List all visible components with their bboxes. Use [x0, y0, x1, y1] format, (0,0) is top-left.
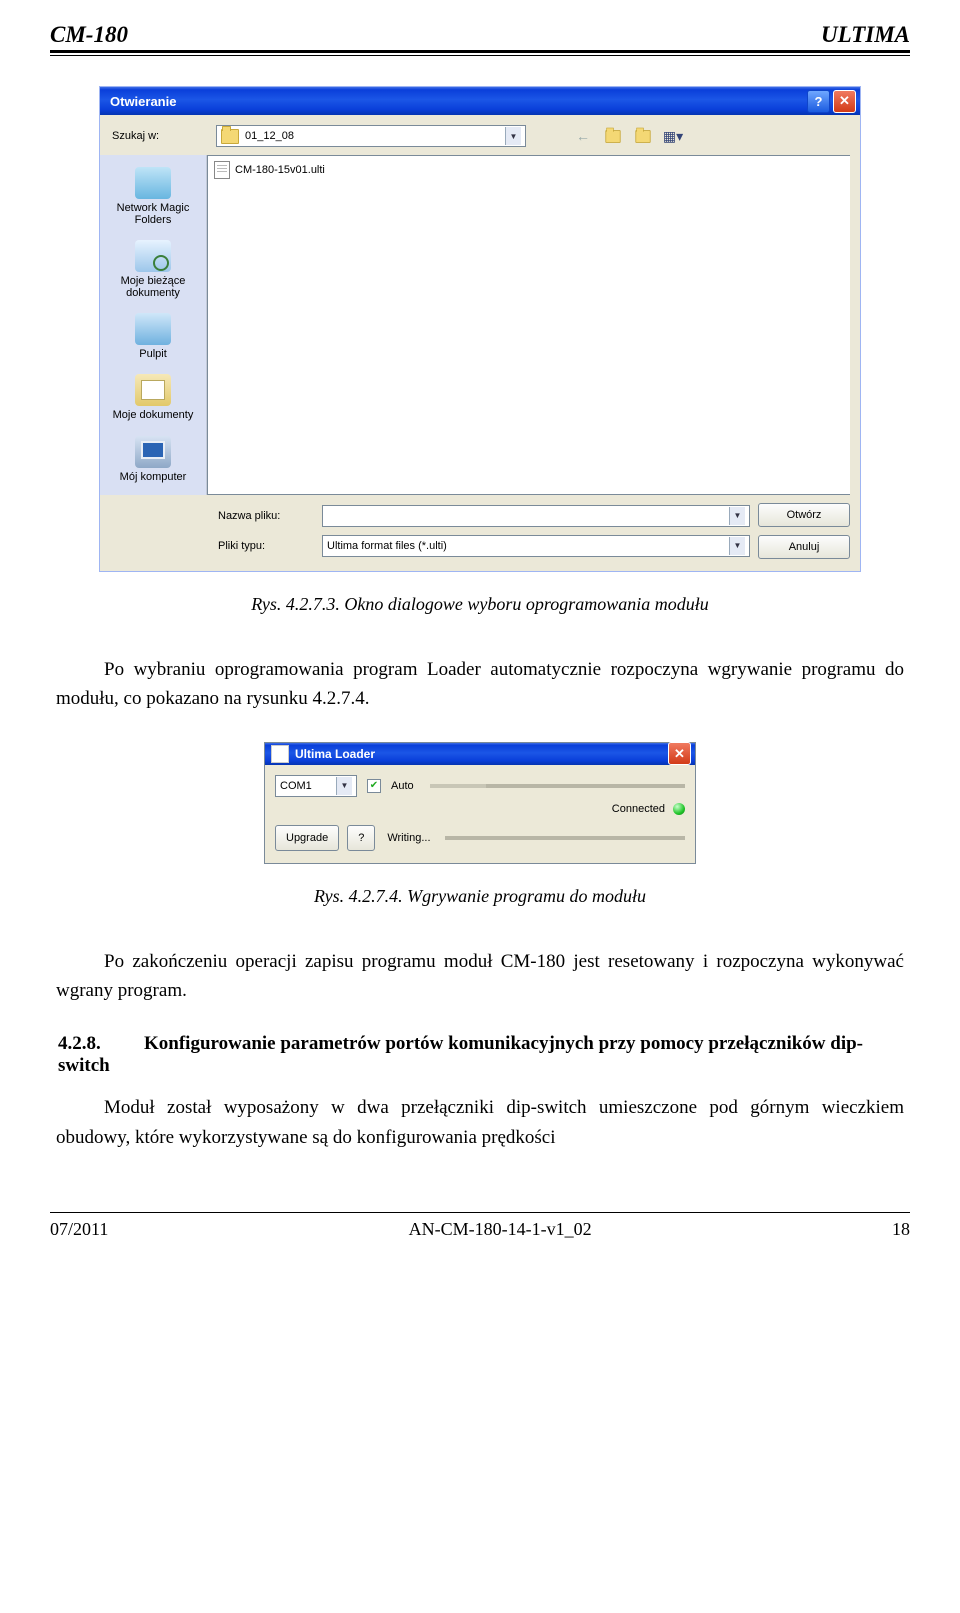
view-menu-icon[interactable]: ▦▾ [662, 125, 684, 147]
footer-right: 18 [892, 1219, 910, 1240]
write-progress [445, 836, 685, 840]
ultima-loader-window: Ultima Loader ✕ COM1 ▼ ✔ Auto Connected … [264, 742, 696, 864]
page-footer: 07/2011 AN-CM-180-14-1-v1_02 18 [50, 1212, 910, 1240]
paragraph-1: Po wybraniu oprogramowania program Loade… [56, 655, 904, 714]
chevron-down-icon[interactable]: ▼ [729, 537, 745, 555]
auto-checkbox[interactable]: ✔ [367, 779, 381, 793]
lookin-value: 01_12_08 [245, 130, 294, 142]
places-bar: Network Magic Folders Moje bieżące dokum… [100, 155, 207, 495]
lookin-label: Szukaj w: [112, 130, 208, 142]
places-desktop[interactable]: Pulpit [133, 309, 173, 364]
help-button[interactable]: ? [807, 90, 830, 113]
app-icon [271, 745, 289, 763]
filetype-label: Pliki typu: [218, 540, 314, 552]
top-progress [430, 784, 685, 788]
header-right: ULTIMA [821, 22, 910, 48]
header-left: CM-180 [50, 22, 128, 48]
filetype-combo[interactable]: Ultima format files (*.ulti) ▼ [322, 535, 750, 557]
cancel-button[interactable]: Anuluj [758, 535, 850, 559]
upgrade-button[interactable]: Upgrade [275, 825, 339, 851]
loader-help-button[interactable]: ? [347, 825, 375, 851]
open-button[interactable]: Otwórz [758, 503, 850, 527]
back-icon[interactable]: ← [572, 125, 594, 147]
connected-label: Connected [612, 803, 665, 815]
dialog-titlebar[interactable]: Otwieranie ? ✕ [100, 87, 860, 115]
chevron-down-icon[interactable]: ▼ [729, 507, 745, 525]
places-network-magic[interactable]: Network Magic Folders [100, 163, 206, 230]
close-button[interactable]: ✕ [668, 742, 691, 765]
loader-title: Ultima Loader [295, 747, 665, 761]
chevron-down-icon[interactable]: ▼ [336, 777, 352, 795]
footer-center: AN-CM-180-14-1-v1_02 [409, 1219, 592, 1240]
loader-titlebar[interactable]: Ultima Loader ✕ [265, 743, 695, 765]
open-file-dialog: Otwieranie ? ✕ Szukaj w: 01_12_08 ▼ ← ▦▾… [99, 86, 861, 572]
places-recent-docs[interactable]: Moje bieżące dokumenty [100, 236, 206, 303]
lookin-combo[interactable]: 01_12_08 ▼ [216, 125, 526, 147]
chevron-down-icon[interactable]: ▼ [505, 127, 521, 145]
figure-caption-2: Rys. 4.2.7.4. Wgrywanie programu do modu… [50, 886, 910, 907]
document-icon [214, 161, 230, 179]
com-port-combo[interactable]: COM1 ▼ [275, 775, 357, 797]
places-my-computer[interactable]: Mój komputer [118, 432, 189, 487]
paragraph-3: Moduł został wyposażony w dwa przełączni… [56, 1093, 904, 1152]
file-item[interactable]: CM-180-15v01.ulti [212, 160, 846, 180]
places-my-documents[interactable]: Moje dokumenty [111, 370, 196, 425]
close-button[interactable]: ✕ [833, 90, 856, 113]
filename-label: Nazwa pliku: [218, 510, 314, 522]
filename-input[interactable]: ▼ [322, 505, 750, 527]
up-folder-icon[interactable] [602, 125, 624, 147]
auto-label: Auto [391, 780, 414, 792]
file-listing[interactable]: CM-180-15v01.ulti [207, 155, 850, 495]
dialog-title: Otwieranie [110, 94, 804, 109]
footer-left: 07/2011 [50, 1219, 108, 1240]
section-heading: 4.2.8.Konfigurowanie parametrów portów k… [58, 1033, 910, 1077]
folder-icon [221, 129, 239, 144]
status-led-icon [673, 803, 685, 815]
paragraph-2: Po zakończeniu operacji zapisu programu … [56, 947, 904, 1006]
new-folder-icon[interactable] [632, 125, 654, 147]
figure-caption-1: Rys. 4.2.7.3. Okno dialogowe wyboru opro… [50, 594, 910, 615]
loader-status: Writing... [387, 832, 430, 844]
